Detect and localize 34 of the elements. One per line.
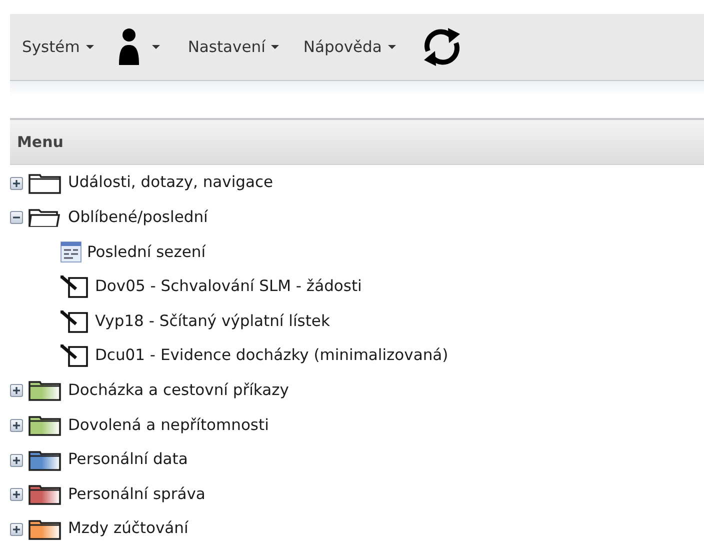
tree-item[interactable]: Oblíbené/poslední (0, 200, 704, 236)
menu-button[interactable]: Nastavení (188, 38, 280, 56)
form-icon (60, 275, 90, 300)
tree-item[interactable]: Dovolená a nepřítomnosti (0, 408, 704, 443)
caret-icon (271, 45, 280, 49)
caret-icon (388, 45, 396, 49)
tree-item[interactable]: Personální data (0, 442, 704, 478)
form-icon (60, 344, 90, 368)
window-icon (60, 241, 82, 264)
form-icon (60, 310, 90, 334)
person-icon (118, 28, 140, 66)
folder-icon (28, 172, 62, 195)
expand-icon[interactable] (10, 522, 23, 536)
expand-icon[interactable] (10, 384, 23, 398)
tree-item[interactable]: Poslední sezení (60, 235, 704, 270)
tree-item[interactable]: Dcu01 - Evidence docházky (minimalizovaná) (60, 338, 704, 374)
menu-button[interactable]: Nápověda (303, 38, 396, 56)
expand-icon[interactable] (10, 488, 23, 502)
tree-item[interactable]: Docházka a cestovní příkazy (0, 374, 704, 408)
caret-icon (86, 45, 94, 49)
expand-icon[interactable] (10, 418, 23, 432)
menu-button[interactable]: Systém (22, 38, 94, 56)
tree-item[interactable]: Vyp18 - Sčítaný výplatní lístek (60, 304, 704, 339)
tree-item[interactable]: Události, dotazy, navigace (0, 166, 704, 201)
tree-item[interactable]: Dov05 - Schvalování SLM - žádosti (60, 270, 704, 304)
folder-icon (28, 206, 62, 230)
user-menu-button[interactable] (118, 28, 160, 66)
expand-icon[interactable] (10, 454, 23, 467)
tree-item[interactable]: Personální správa (0, 477, 704, 512)
collapse-icon[interactable] (10, 211, 23, 224)
tree-item[interactable]: Mzdy zúčtování (0, 512, 704, 547)
panel-title: Menu (17, 133, 64, 151)
caret-icon (152, 45, 160, 49)
expand-icon[interactable] (10, 176, 23, 190)
